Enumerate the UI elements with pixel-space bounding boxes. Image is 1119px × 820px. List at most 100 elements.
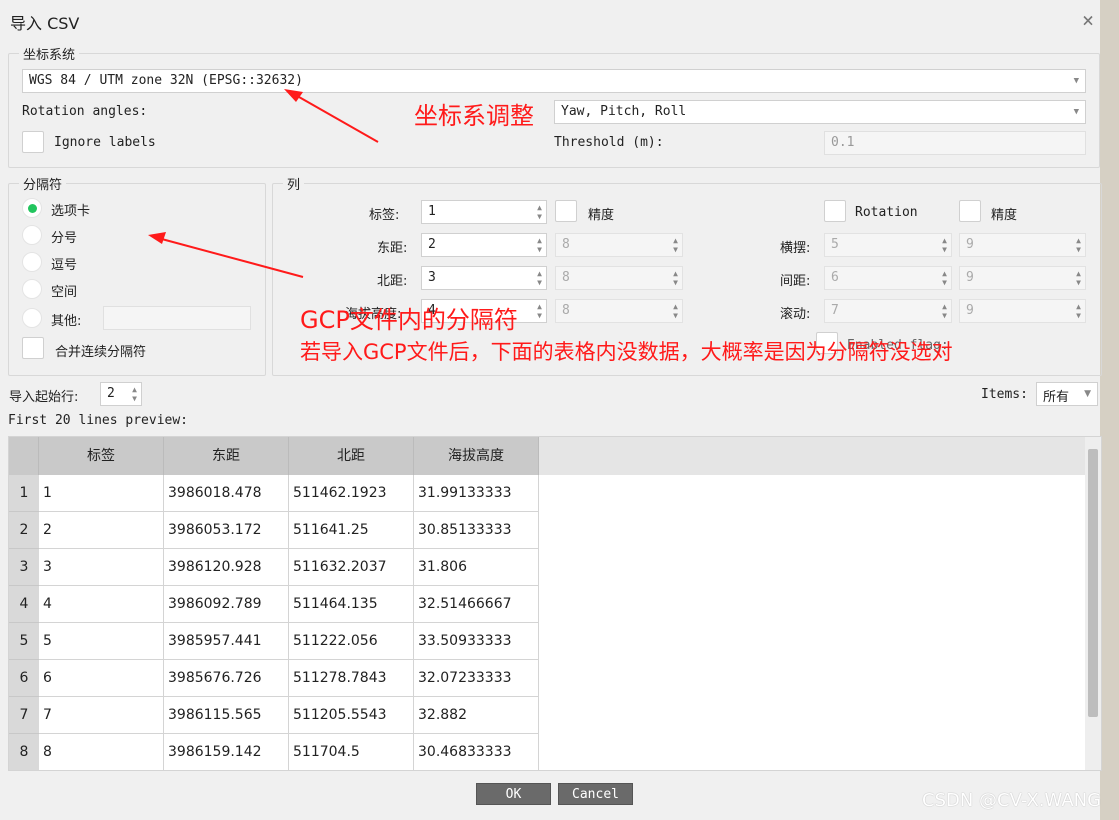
row-header[interactable]: 4: [9, 586, 39, 623]
row-header[interactable]: 2: [9, 512, 39, 549]
table-cell[interactable]: 1: [39, 475, 164, 512]
radio-comma[interactable]: [22, 252, 42, 272]
close-icon[interactable]: ×: [1082, 8, 1094, 32]
table-cell[interactable]: 33.50933333: [414, 623, 539, 660]
table-cell[interactable]: 3985676.726: [164, 660, 289, 697]
table-cell[interactable]: 511632.2037: [289, 549, 414, 586]
spin-arrows-icon: ▲ ▼: [1076, 269, 1081, 287]
table-cell[interactable]: 32.07233333: [414, 660, 539, 697]
crs-group-legend: 坐标系统: [23, 48, 76, 63]
radio-other-label: 其他:: [51, 314, 82, 329]
column-header[interactable]: 标签: [39, 437, 164, 475]
table-cell[interactable]: 5: [39, 623, 164, 660]
rotation-angles-label: Rotation angles:: [22, 104, 148, 119]
rotation-accuracy-checkbox[interactable]: [959, 200, 981, 222]
columns-group-legend: 列: [287, 178, 301, 193]
table-cell[interactable]: 511462.1923: [289, 475, 414, 512]
row-header[interactable]: 3: [9, 549, 39, 586]
table-cell[interactable]: 7: [39, 697, 164, 734]
crs-select[interactable]: WGS 84 / UTM zone 32N (EPSG::32632) ▼: [22, 69, 1086, 93]
table-cell[interactable]: 511278.7843: [289, 660, 414, 697]
items-select[interactable]: 所有 ▼: [1036, 382, 1098, 406]
label-accuracy-label: 精度: [588, 208, 615, 223]
rotation-select[interactable]: Yaw, Pitch, Roll ▼: [554, 100, 1086, 124]
preview-table: 标签 东距 北距 海拔高度 1 1 3986018.478 511462.1923 31…: [8, 436, 1102, 771]
other-separator-input[interactable]: [103, 306, 251, 330]
column-header[interactable]: 北距: [289, 437, 414, 475]
merge-separators-checkbox[interactable]: [22, 337, 44, 359]
chevron-down-icon: ▼: [1084, 389, 1091, 399]
rotation-accuracy-label: 精度: [991, 208, 1018, 223]
table-cell[interactable]: 511222.056: [289, 623, 414, 660]
threshold-input[interactable]: 0.1: [824, 131, 1086, 155]
radio-other[interactable]: [22, 308, 42, 328]
table-cell[interactable]: 3986092.789: [164, 586, 289, 623]
table-cell[interactable]: 6: [39, 660, 164, 697]
table-cell[interactable]: 31.806: [414, 549, 539, 586]
radio-space[interactable]: [22, 279, 42, 299]
table-cell[interactable]: 3986053.172: [164, 512, 289, 549]
cancel-button[interactable]: Cancel: [558, 783, 633, 805]
table-cell[interactable]: 4: [39, 586, 164, 623]
chevron-down-icon: ▼: [1073, 107, 1079, 117]
roll-spinbox[interactable]: 7 ▲ ▼: [824, 299, 952, 323]
altitude-accuracy-value: 8: [562, 303, 570, 318]
table-cell[interactable]: 3986159.142: [164, 734, 289, 770]
table-cell[interactable]: 3986115.565: [164, 697, 289, 734]
table-cell[interactable]: 31.99133333: [414, 475, 539, 512]
northing-accuracy-value: 8: [562, 270, 570, 285]
vertical-scrollbar[interactable]: [1085, 437, 1101, 770]
table-cell[interactable]: 32.882: [414, 697, 539, 734]
rotation-checkbox[interactable]: [824, 200, 846, 222]
table-cell[interactable]: 8: [39, 734, 164, 770]
row-header[interactable]: 8: [9, 734, 39, 770]
merge-separators-label: 合并连续分隔符: [55, 345, 147, 360]
table-cell[interactable]: 3: [39, 549, 164, 586]
row-header[interactable]: 5: [9, 623, 39, 660]
yaw-spinbox[interactable]: 5 ▲ ▼: [824, 233, 952, 257]
table-cell[interactable]: 3985957.441: [164, 623, 289, 660]
table-cell[interactable]: 30.85133333: [414, 512, 539, 549]
northing-accuracy-spinbox[interactable]: 8 ▲ ▼: [555, 266, 683, 290]
pitch-accuracy-spinbox[interactable]: 9 ▲ ▼: [959, 266, 1086, 290]
pitch-spinbox[interactable]: 6 ▲ ▼: [824, 266, 952, 290]
easting-spinbox[interactable]: 2 ▲ ▼: [421, 233, 547, 257]
roll-accuracy-spinbox[interactable]: 9 ▲ ▼: [959, 299, 1086, 323]
label-col-spinbox[interactable]: 1 ▲ ▼: [421, 200, 547, 224]
easting-accuracy-spinbox[interactable]: 8 ▲ ▼: [555, 233, 683, 257]
altitude-accuracy-spinbox[interactable]: 8 ▲ ▼: [555, 299, 683, 323]
radio-semicolon[interactable]: [22, 225, 42, 245]
table-cell[interactable]: 2: [39, 512, 164, 549]
spin-arrows-icon: ▲ ▼: [537, 203, 542, 221]
background-strip: [1100, 0, 1119, 820]
row-header[interactable]: 6: [9, 660, 39, 697]
radio-tab[interactable]: [22, 198, 42, 218]
row-header[interactable]: 7: [9, 697, 39, 734]
yaw-accuracy-spinbox[interactable]: 9 ▲ ▼: [959, 233, 1086, 257]
table-cell[interactable]: 3986018.478: [164, 475, 289, 512]
crs-select-value: WGS 84 / UTM zone 32N (EPSG::32632): [29, 73, 303, 88]
start-row-spinbox[interactable]: 2 ▲ ▼: [100, 382, 142, 406]
northing-spinbox[interactable]: 3 ▲ ▼: [421, 266, 547, 290]
table-cell[interactable]: 3986120.928: [164, 549, 289, 586]
table-cell[interactable]: 30.46833333: [414, 734, 539, 770]
table-cell[interactable]: 32.51466667: [414, 586, 539, 623]
table-cell[interactable]: 511205.5543: [289, 697, 414, 734]
label-accuracy-checkbox[interactable]: [555, 200, 577, 222]
ok-button[interactable]: OK: [476, 783, 551, 805]
roll-value: 7: [831, 303, 839, 318]
yaw-value: 5: [831, 237, 839, 252]
spin-arrows-icon: ▲ ▼: [132, 385, 137, 403]
items-label: Items:: [981, 387, 1028, 402]
table-cell[interactable]: 511704.5: [289, 734, 414, 770]
column-header[interactable]: 海拔高度: [414, 437, 539, 475]
ignore-labels-checkbox[interactable]: [22, 131, 44, 153]
column-header[interactable]: 东距: [164, 437, 289, 475]
label-col-value: 1: [428, 204, 436, 219]
rotation-label: Rotation: [855, 205, 918, 220]
scrollbar-thumb[interactable]: [1088, 449, 1098, 717]
row-header[interactable]: 1: [9, 475, 39, 512]
table-cell[interactable]: 511641.25: [289, 512, 414, 549]
table-cell[interactable]: 511464.135: [289, 586, 414, 623]
items-select-value: 所有: [1043, 390, 1070, 405]
